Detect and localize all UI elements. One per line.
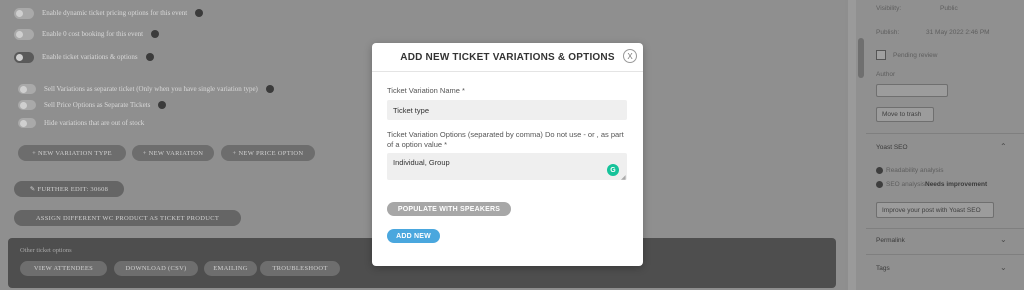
- ticket-variations-toggle[interactable]: [14, 51, 34, 63]
- new-price-option-button[interactable]: + NEW PRICE OPTION: [221, 145, 315, 161]
- option-label: Enable dynamic ticket pricing options fo…: [42, 9, 188, 17]
- sidebar-scroll-thumb[interactable]: [858, 38, 864, 78]
- sidebar-divider: [866, 133, 1024, 134]
- emailing-button[interactable]: EMAILING: [204, 261, 257, 276]
- add-new-button[interactable]: ADD NEW: [387, 229, 440, 243]
- option-label: Enable ticket variations & options: [42, 53, 138, 61]
- pending-review-label: Pending review: [893, 52, 938, 59]
- download-csv-button[interactable]: DOWNLOAD (CSV): [114, 261, 198, 276]
- help-icon[interactable]: [145, 53, 154, 61]
- publish-value[interactable]: 31 May 2022 2:46 PM: [926, 29, 990, 36]
- sidebar-divider: [866, 254, 1024, 255]
- help-icon[interactable]: [151, 30, 160, 38]
- author-label: Author: [876, 71, 896, 78]
- sub-option-price-options: Sell Price Options as Separate Tickets: [18, 98, 167, 112]
- option-label: Sell Price Options as Separate Tickets: [44, 101, 151, 109]
- option-dynamic-pricing: Enable dynamic ticket pricing options fo…: [14, 6, 204, 20]
- sub-option-hide-out-of-stock: Hide variations that are out of stock: [18, 116, 144, 130]
- chevron-down-icon[interactable]: ⌄: [1000, 235, 1007, 244]
- chevron-down-icon[interactable]: ⌄: [1000, 263, 1007, 272]
- separate-ticket-toggle[interactable]: [18, 84, 36, 94]
- help-icon[interactable]: [195, 9, 204, 17]
- grammarly-icon[interactable]: G: [607, 164, 619, 176]
- further-edit-button[interactable]: ✎ FURTHER EDIT: 30608: [14, 181, 124, 197]
- seo-status-text: Needs improvement: [925, 181, 988, 188]
- new-variation-type-button[interactable]: + NEW VARIATION TYPE: [18, 145, 126, 161]
- modal-title: ADD NEW TICKET VARIATIONS & OPTIONS: [400, 51, 615, 63]
- variation-options-textarea[interactable]: Individual, Group: [387, 153, 627, 180]
- help-icon[interactable]: [158, 101, 167, 109]
- option-ticket-variations: Enable ticket variations & options: [14, 50, 154, 64]
- publish-label: Publish:: [876, 29, 900, 36]
- option-label: Sell Variations as separate ticket (Only…: [44, 85, 258, 93]
- modal-divider: [372, 71, 643, 72]
- troubleshoot-button[interactable]: TROUBLESHOOT: [260, 261, 340, 276]
- sidebar-divider: [866, 228, 1024, 229]
- move-to-trash-button[interactable]: Move to trash: [876, 107, 934, 122]
- visibility-label: Visibility:: [876, 5, 902, 12]
- populate-speakers-button[interactable]: POPULATE WITH SPEAKERS: [387, 202, 511, 216]
- close-icon[interactable]: X: [623, 49, 637, 63]
- readability-label: Readability analysis: [886, 167, 944, 174]
- dynamic-pricing-toggle[interactable]: [14, 7, 34, 19]
- chevron-up-icon[interactable]: ⌃: [1000, 142, 1007, 151]
- view-attendees-button[interactable]: VIEW ATTENDEES: [20, 261, 107, 276]
- zero-cost-toggle[interactable]: [14, 28, 34, 40]
- add-ticket-variation-modal: ADD NEW TICKET VARIATIONS & OPTIONS X Ti…: [372, 43, 643, 266]
- author-select[interactable]: [876, 84, 948, 97]
- price-options-toggle[interactable]: [18, 100, 36, 110]
- resize-handle-icon[interactable]: ◢: [621, 174, 626, 181]
- tags-title[interactable]: Tags: [876, 265, 890, 272]
- permalink-title[interactable]: Permalink: [876, 237, 905, 244]
- readability-status-icon: [876, 167, 883, 174]
- pending-review-checkbox[interactable]: [876, 50, 886, 60]
- visibility-value[interactable]: Public: [940, 5, 958, 12]
- option-label: Enable 0 cost booking for this event: [42, 30, 144, 38]
- variation-options-label: Ticket Variation Options (separated by c…: [387, 130, 624, 149]
- option-zero-cost: Enable 0 cost booking for this event: [14, 27, 160, 41]
- assign-product-button[interactable]: ASSIGN DIFFERENT WC PRODUCT AS TICKET PR…: [14, 210, 241, 226]
- variation-name-label: Ticket Variation Name *: [387, 86, 465, 95]
- other-options-title: Other ticket options: [20, 247, 72, 254]
- new-variation-button[interactable]: + NEW VARIATION: [132, 145, 214, 161]
- variation-name-input[interactable]: [387, 100, 627, 120]
- option-label: Hide variations that are out of stock: [44, 119, 145, 127]
- seo-status-icon: [876, 181, 883, 188]
- page-scrollbar[interactable]: [848, 0, 856, 290]
- hide-out-of-stock-toggle[interactable]: [18, 118, 36, 128]
- improve-post-button[interactable]: Improve your post with Yoast SEO: [876, 202, 994, 218]
- yoast-title[interactable]: Yoast SEO: [876, 144, 908, 151]
- sub-option-separate-ticket: Sell Variations as separate ticket (Only…: [18, 82, 274, 96]
- help-icon[interactable]: [265, 85, 274, 93]
- seo-analysis-label: SEO analysis:: [886, 181, 927, 188]
